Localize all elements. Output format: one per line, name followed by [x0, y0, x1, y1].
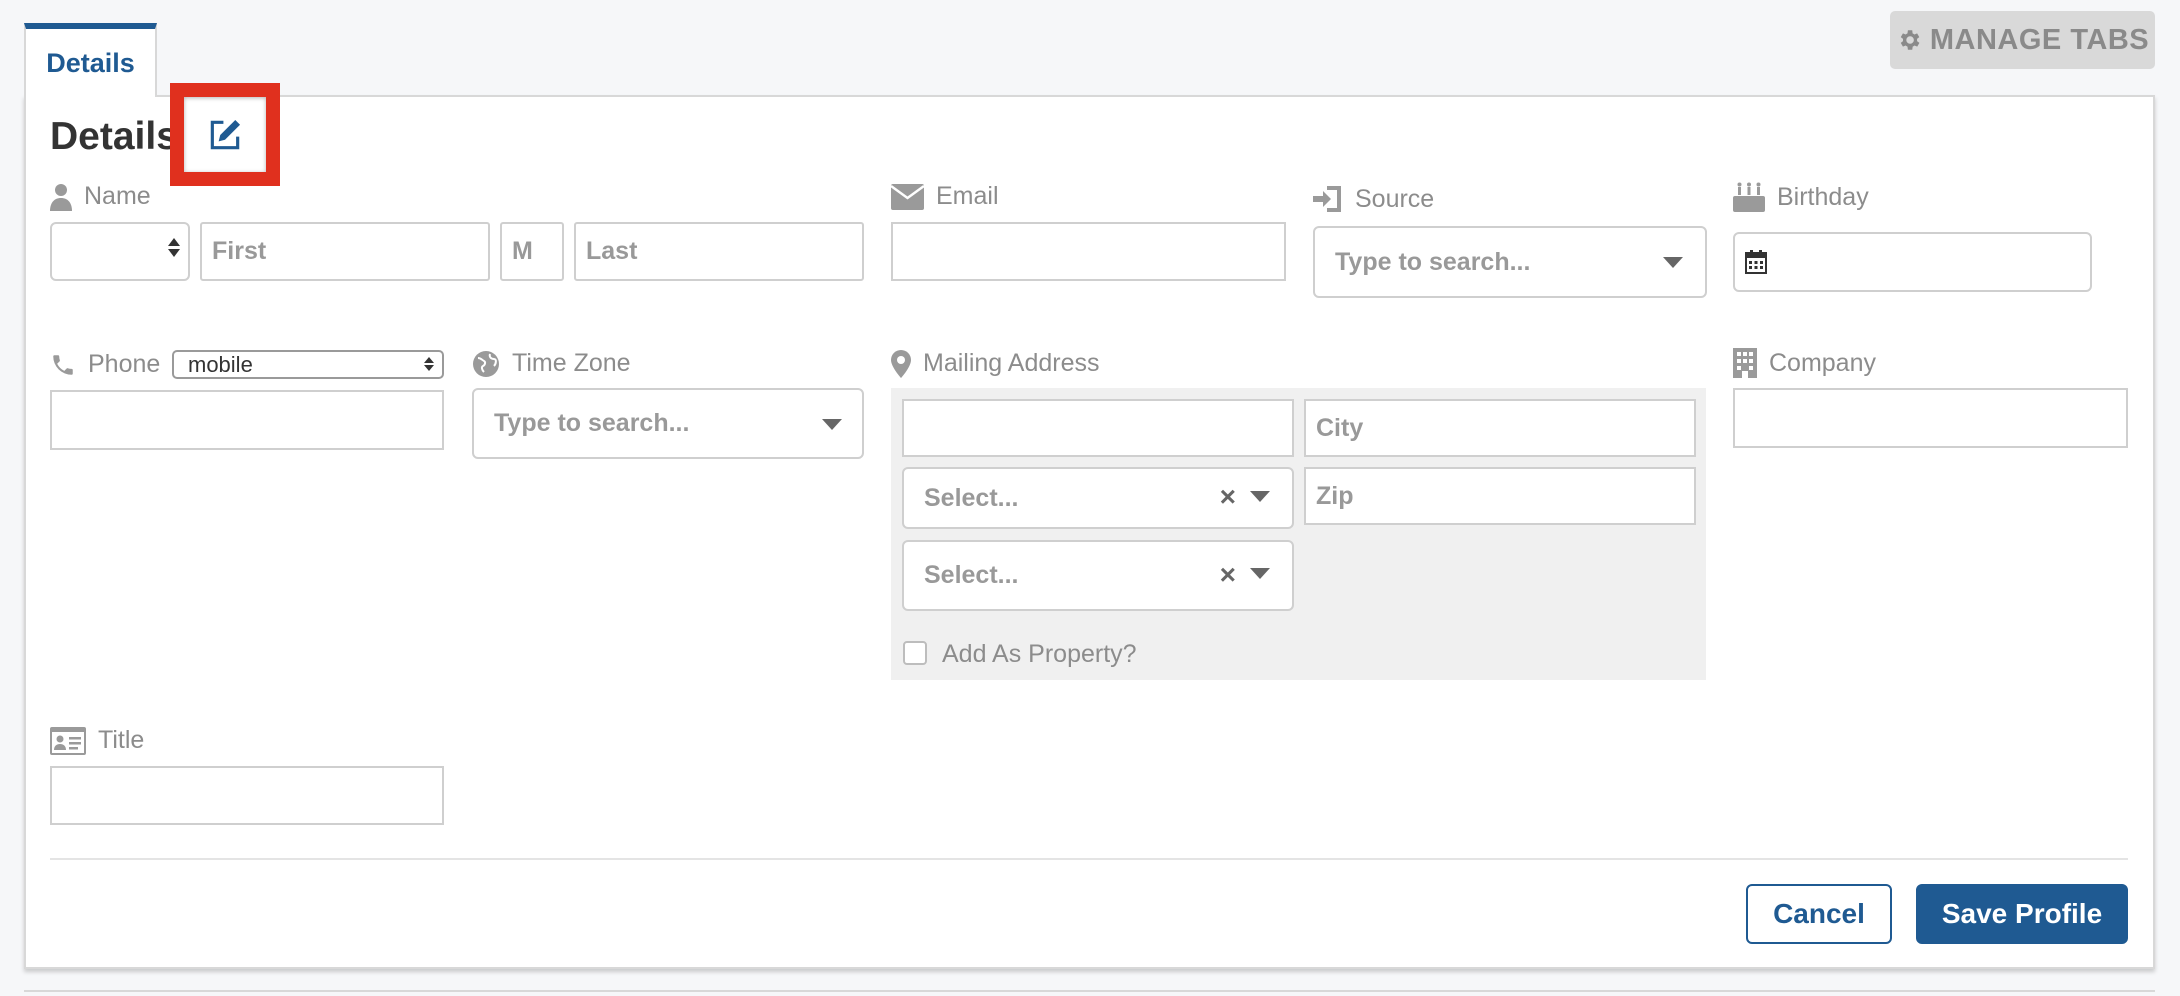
- user-icon: [50, 183, 72, 211]
- caret-down-icon: [1250, 568, 1270, 579]
- updown-arrows-icon: [168, 238, 180, 257]
- company-label-text: Company: [1769, 348, 1876, 377]
- zip-placeholder: Zip: [1316, 481, 1354, 510]
- timezone-label: Time Zone: [472, 349, 631, 378]
- zip-input[interactable]: Zip: [1304, 467, 1696, 525]
- mailing-address-label: Mailing Address: [891, 349, 1099, 378]
- phone-type-select[interactable]: mobile: [172, 350, 444, 379]
- birthday-input[interactable]: [1733, 232, 2092, 292]
- country-placeholder: Select...: [924, 561, 1019, 589]
- phone-label-text: Phone: [88, 350, 161, 378]
- title-label: Title: [50, 726, 144, 755]
- state-select[interactable]: Select... ×: [902, 467, 1294, 529]
- company-input[interactable]: [1733, 388, 2128, 448]
- manage-tabs-label: MANAGE TABS: [1929, 23, 2150, 56]
- title-input[interactable]: [50, 766, 444, 825]
- mailing-address-label-text: Mailing Address: [923, 349, 1100, 377]
- envelope-icon: [891, 183, 924, 210]
- street-input[interactable]: [902, 399, 1294, 457]
- edit-icon: [210, 119, 241, 149]
- source-placeholder: Type to search...: [1335, 247, 1531, 276]
- cancel-button[interactable]: Cancel: [1746, 884, 1892, 944]
- building-icon: [1733, 348, 1757, 378]
- edit-button[interactable]: [170, 83, 280, 186]
- city-placeholder: City: [1316, 413, 1364, 442]
- birthday-label: Birthday: [1733, 182, 1869, 212]
- globe-icon: [473, 350, 499, 377]
- last-name-input[interactable]: Last: [574, 222, 864, 281]
- phone-input[interactable]: [50, 390, 444, 450]
- map-marker-icon: [891, 349, 911, 378]
- clear-icon[interactable]: ×: [1220, 559, 1236, 591]
- id-card-icon: [50, 726, 86, 755]
- phone-icon: [53, 354, 73, 375]
- email-label-text: Email: [936, 182, 999, 210]
- country-select[interactable]: Select... ×: [902, 540, 1294, 611]
- tab-details[interactable]: Details: [24, 23, 157, 97]
- name-label: Name: [50, 182, 151, 211]
- name-prefix-select[interactable]: [50, 222, 190, 281]
- add-as-property-checkbox[interactable]: [903, 641, 927, 665]
- city-input[interactable]: City: [1304, 399, 1696, 457]
- updown-arrows-icon: [424, 357, 434, 371]
- company-label: Company: [1733, 348, 1876, 378]
- caret-down-icon: [822, 419, 842, 430]
- phone-label: Phone: [50, 350, 160, 379]
- caret-down-icon: [1250, 491, 1270, 502]
- timezone-label-text: Time Zone: [512, 349, 631, 377]
- section-title: Details: [50, 115, 178, 158]
- first-name-placeholder: First: [212, 237, 267, 265]
- middle-initial-input[interactable]: M: [500, 222, 564, 281]
- first-name-input[interactable]: First: [200, 222, 490, 281]
- source-select[interactable]: Type to search...: [1313, 226, 1707, 298]
- save-profile-button[interactable]: Save Profile: [1916, 884, 2128, 944]
- clear-icon[interactable]: ×: [1220, 481, 1236, 513]
- birthday-cake-icon: [1733, 182, 1765, 212]
- calendar-icon: [1745, 250, 1767, 274]
- birthday-label-text: Birthday: [1777, 182, 1869, 211]
- middle-initial-placeholder: M: [512, 237, 533, 265]
- name-label-text: Name: [84, 182, 151, 210]
- manage-tabs-button[interactable]: MANAGE TABS: [1890, 11, 2155, 69]
- timezone-select[interactable]: Type to search...: [472, 388, 864, 459]
- phone-type-value: mobile: [188, 351, 253, 377]
- tab-details-label: Details: [46, 47, 135, 78]
- divider: [24, 990, 2155, 992]
- gear-icon: [1900, 30, 1920, 50]
- caret-down-icon: [1663, 257, 1683, 268]
- source-label: Source: [1313, 184, 1434, 214]
- state-placeholder: Select...: [924, 483, 1019, 512]
- email-label: Email: [891, 182, 999, 211]
- timezone-placeholder: Type to search...: [494, 409, 690, 437]
- sign-in-icon: [1313, 186, 1341, 212]
- source-label-text: Source: [1355, 184, 1435, 213]
- last-name-placeholder: Last: [586, 237, 638, 265]
- title-label-text: Title: [98, 726, 145, 754]
- add-as-property-label: Add As Property?: [942, 640, 1137, 668]
- divider: [50, 858, 2128, 860]
- email-input[interactable]: [891, 222, 1286, 281]
